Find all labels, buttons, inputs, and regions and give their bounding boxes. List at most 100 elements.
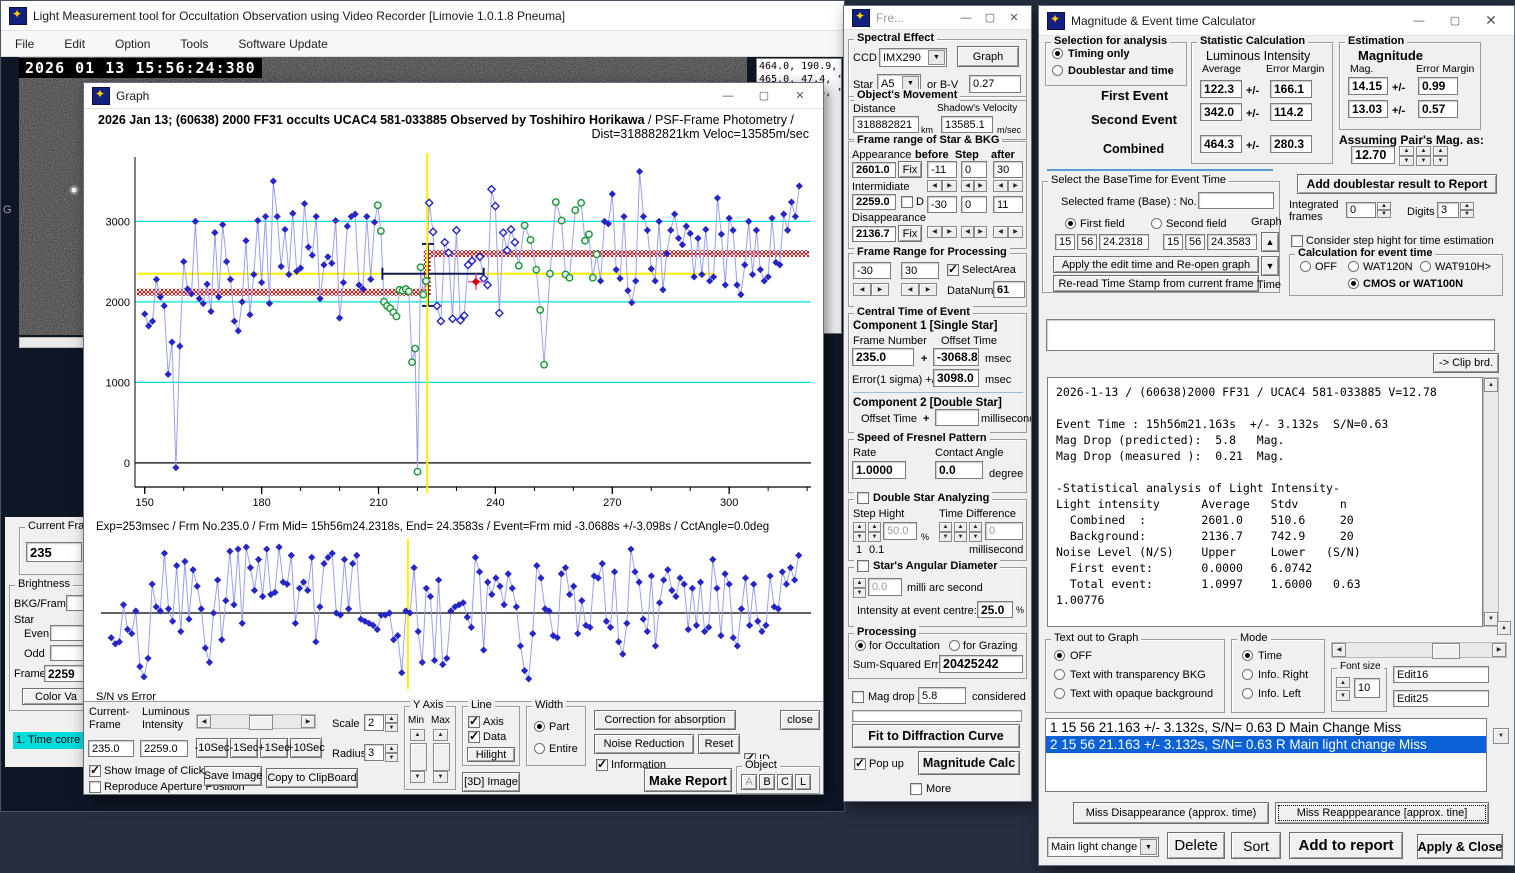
spin-down-icon[interactable]: [1433, 156, 1448, 166]
event-type-dropdown[interactable]: Main light change: [1047, 837, 1159, 857]
scrollbar-thumb[interactable]: [249, 715, 273, 730]
for-occultation-radio[interactable]: [855, 640, 866, 651]
time2-sec-field[interactable]: 24.3583: [1207, 234, 1257, 250]
intermediate-field[interactable]: 2259.0: [852, 194, 896, 210]
close-icon[interactable]: ✕: [1005, 11, 1023, 24]
ccd-dropdown[interactable]: IMX290: [879, 48, 947, 67]
hilight-button[interactable]: Hilight: [467, 747, 515, 762]
scroll-up-icon[interactable]: [1484, 378, 1498, 392]
menu-edit[interactable]: Edit: [64, 37, 85, 51]
odd-field[interactable]: [50, 645, 84, 661]
spin-down-icon[interactable]: [969, 532, 982, 542]
graph-down-button[interactable]: ▼: [1261, 256, 1279, 276]
spin-right-icon[interactable]: [974, 180, 987, 192]
scroll-left-icon[interactable]: [1332, 643, 1346, 657]
spin-down-icon[interactable]: [1399, 156, 1414, 166]
intermediate-d-checkbox[interactable]: [901, 196, 913, 208]
processing-from-field[interactable]: -30: [853, 262, 891, 279]
fit-diffraction-button[interactable]: Fit to Diffraction Curve: [852, 724, 1020, 748]
main-titlebar[interactable]: Light Measurement tool for Occultation O…: [1, 1, 844, 31]
miss-disappearance-button[interactable]: Miss Disappearance (approx. time): [1073, 802, 1269, 824]
minimize-icon[interactable]: —: [1404, 15, 1434, 27]
spin-up-icon[interactable]: [1336, 677, 1350, 688]
spin-down-icon[interactable]: [1460, 210, 1474, 218]
mag-drop-checkbox[interactable]: [852, 691, 864, 703]
menu-option[interactable]: Option: [115, 37, 150, 51]
maximize-icon[interactable]: ▢: [749, 89, 779, 102]
edit16-field[interactable]: Edit16: [1393, 666, 1489, 683]
scale-spin-down-icon[interactable]: [385, 723, 398, 732]
spin-left-icon[interactable]: [993, 226, 1008, 238]
width-entire-radio[interactable]: [534, 743, 545, 754]
clip-board-button[interactable]: -> Clip brd.: [1433, 353, 1499, 373]
reset-button[interactable]: Reset: [698, 734, 740, 754]
wat120n-radio[interactable]: [1348, 261, 1359, 272]
second-field-radio[interactable]: [1151, 218, 1162, 229]
spectral-graph-button[interactable]: Graph: [957, 46, 1019, 67]
mode-info-right-radio[interactable]: [1242, 669, 1253, 680]
save-image-button[interactable]: Save Image: [204, 766, 262, 786]
results-listbox[interactable]: 1 15 56 21.163 +/- 3.132s, S/N= 0.63 D M…: [1045, 718, 1487, 792]
current-frame-field[interactable]: 235: [26, 542, 82, 562]
reproduce-aperture-checkbox[interactable]: [89, 781, 101, 793]
spin-right-icon[interactable]: [942, 226, 957, 238]
delete-button[interactable]: Delete: [1167, 832, 1225, 859]
spin-down-icon[interactable]: [853, 588, 866, 598]
copy-clipboard-button[interactable]: Copy to ClipBoard: [266, 768, 358, 788]
information-checkbox[interactable]: [596, 757, 608, 771]
apply-edit-time-button[interactable]: Apply the edit time and Re-open graph: [1053, 256, 1259, 273]
spin-up-icon[interactable]: [1399, 146, 1414, 156]
spin-down-icon[interactable]: [868, 532, 881, 542]
selected-frame-field[interactable]: [1198, 192, 1274, 209]
close-icon[interactable]: ✕: [1476, 12, 1506, 29]
line-data-checkbox[interactable]: [468, 729, 480, 743]
spin-up-icon[interactable]: [969, 522, 982, 532]
dropdown-icon[interactable]: [1140, 839, 1157, 855]
radius-field[interactable]: 3: [364, 744, 384, 761]
spin-up-icon[interactable]: [939, 522, 952, 532]
scale-field[interactable]: 2: [364, 714, 384, 731]
spin-left-icon[interactable]: [901, 283, 919, 296]
menu-tools[interactable]: Tools: [180, 37, 208, 51]
offset-time-field[interactable]: -3068.8: [933, 348, 979, 366]
sort-button[interactable]: Sort: [1231, 832, 1281, 859]
magnitude-2-field[interactable]: 13.03: [1348, 100, 1388, 118]
luminous-intensity-field[interactable]: 2259.0: [140, 740, 188, 757]
magnitude-1-field[interactable]: 14.15: [1348, 77, 1388, 95]
for-grazing-radio[interactable]: [949, 640, 960, 651]
ymax-spin-track[interactable]: [433, 743, 450, 771]
ymin-spin-down-icon[interactable]: [410, 771, 425, 783]
frame-scrollbar[interactable]: [196, 714, 316, 730]
wat910h-radio[interactable]: [1420, 261, 1431, 272]
rate-field[interactable]: 1.0000: [852, 461, 906, 479]
graph-close-button[interactable]: close: [780, 710, 820, 730]
add-doublestar-button[interactable]: Add doublestar result to Report: [1297, 174, 1497, 194]
plus-1sec-button[interactable]: +1Sec: [258, 738, 290, 758]
consider-step-checkbox[interactable]: [1291, 235, 1303, 247]
spin-up-icon[interactable]: [853, 578, 866, 588]
time1-hour-field[interactable]: 15: [1055, 234, 1075, 250]
after-field-2[interactable]: 11: [993, 196, 1023, 213]
magnitude-calc-button[interactable]: Magnitude Calc: [918, 751, 1020, 775]
spin-up-icon[interactable]: [868, 522, 881, 532]
scrollbar-thumb[interactable]: [1432, 643, 1460, 659]
combined-average-field[interactable]: 464.3: [1200, 135, 1242, 153]
radius-spin-up-icon[interactable]: [385, 744, 398, 753]
add-to-report-button[interactable]: Add to report: [1289, 832, 1403, 859]
spin-down-icon[interactable]: [939, 532, 952, 542]
spin-up-icon[interactable]: [1460, 202, 1474, 210]
scroll-left-icon[interactable]: [197, 715, 211, 728]
assuming-pair-field[interactable]: 12.70: [1351, 146, 1395, 164]
doublestar-time-radio[interactable]: [1052, 65, 1063, 76]
event-time-off-radio[interactable]: [1300, 261, 1311, 272]
spin-down-icon[interactable]: [954, 532, 967, 542]
fresnel-titlebar[interactable]: Fre... — ▢ ✕: [844, 6, 1031, 30]
spin-right-icon[interactable]: [974, 226, 987, 238]
dropdown-icon[interactable]: [928, 50, 945, 65]
spin-left-icon[interactable]: [853, 283, 871, 296]
result-summary-box[interactable]: [1046, 319, 1495, 351]
ymax-spin-down-icon[interactable]: [433, 771, 448, 783]
spin-down-icon[interactable]: [1416, 156, 1431, 166]
scroll-down-icon[interactable]: [1484, 612, 1498, 626]
mag-drop-field[interactable]: 5.8: [918, 687, 966, 704]
